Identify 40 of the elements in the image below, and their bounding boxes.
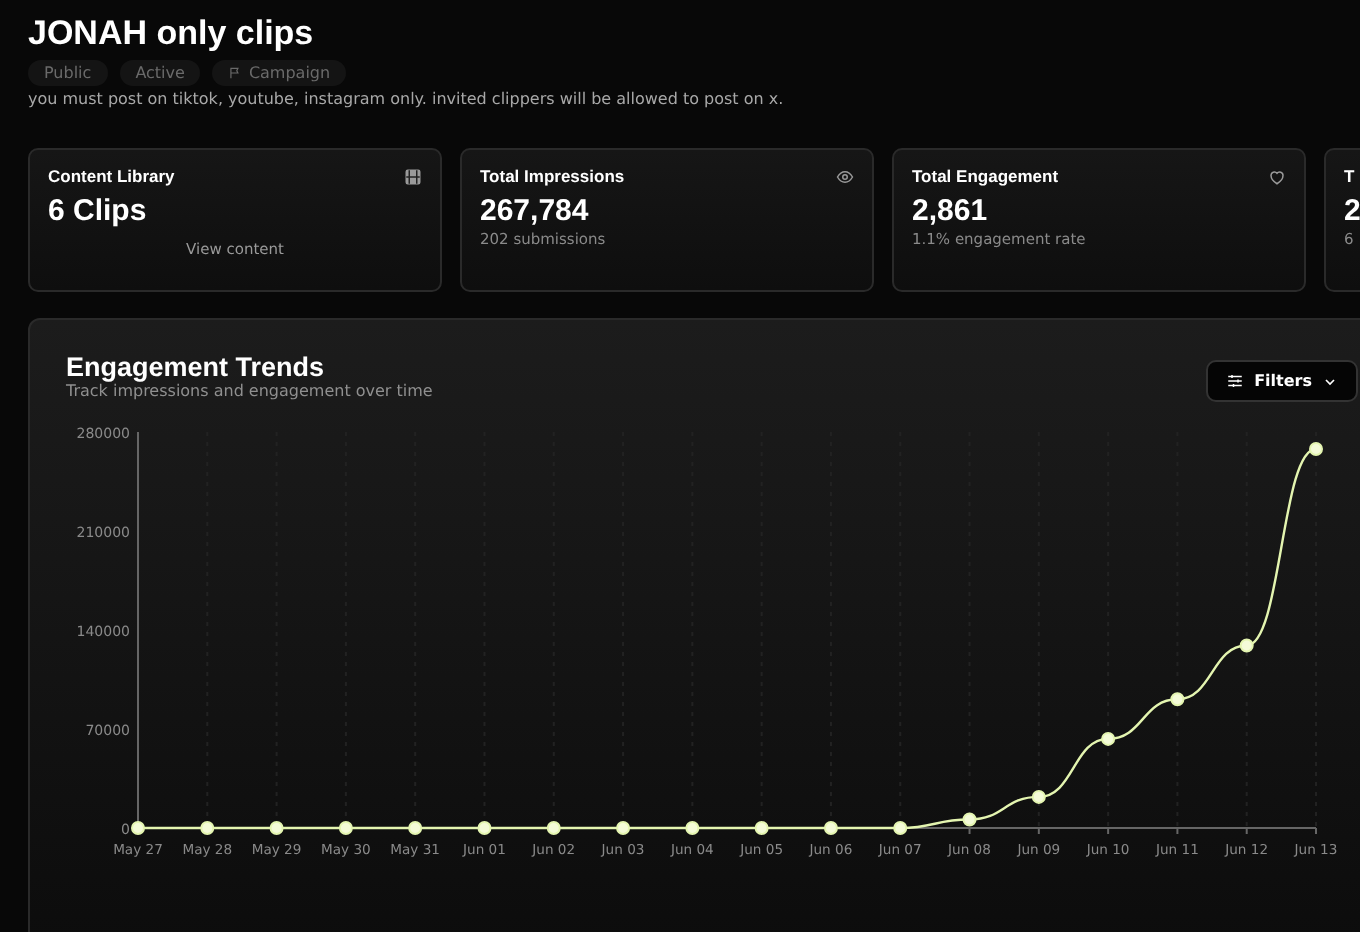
page-title: JONAH only clips [28,14,316,54]
data-point [616,821,631,835]
heart-icon [1268,167,1286,185]
filters-button[interactable]: Filters [1206,360,1358,402]
data-point [823,821,838,835]
data-point [477,821,492,835]
card-title: Content Library [48,166,175,186]
card-value: 267,784 [480,194,591,228]
status-badge: Public [28,60,108,86]
data-point [1101,731,1116,746]
data-point [1170,692,1185,707]
card-value: 6 Clips [48,194,149,228]
sliders-icon [1226,372,1245,390]
data-point [893,821,908,835]
chart-title: Engagement Trends [66,352,327,382]
data-point [546,821,561,835]
data-point [685,821,700,835]
status-badge: Active [119,60,201,86]
chart-subtitle: Track impressions and engagement over time [66,382,433,400]
data-point [408,821,423,835]
film-icon [404,167,422,185]
data-point [1309,441,1323,456]
data-point [131,821,145,835]
card-title: Total Engagement [912,166,1059,186]
status-badge: Campaign [212,60,347,86]
flag-icon [228,66,243,80]
card-value: 2,861 [912,194,990,228]
eye-icon [836,167,854,185]
description: you must post on tiktok, youtube, instagram only. invited clippers will be allowed to post on x. [28,90,786,108]
card-value: 2 [1344,194,1360,228]
card-title: Total Impressions [480,166,625,186]
data-point [962,812,977,827]
data-point [754,821,769,835]
data-point [1239,638,1254,653]
card-title: T [1344,166,1355,186]
chevron-down-icon [1322,373,1338,389]
data-point [269,821,284,835]
data-point [200,821,215,835]
data-point [1031,789,1046,804]
data-point [338,821,353,835]
